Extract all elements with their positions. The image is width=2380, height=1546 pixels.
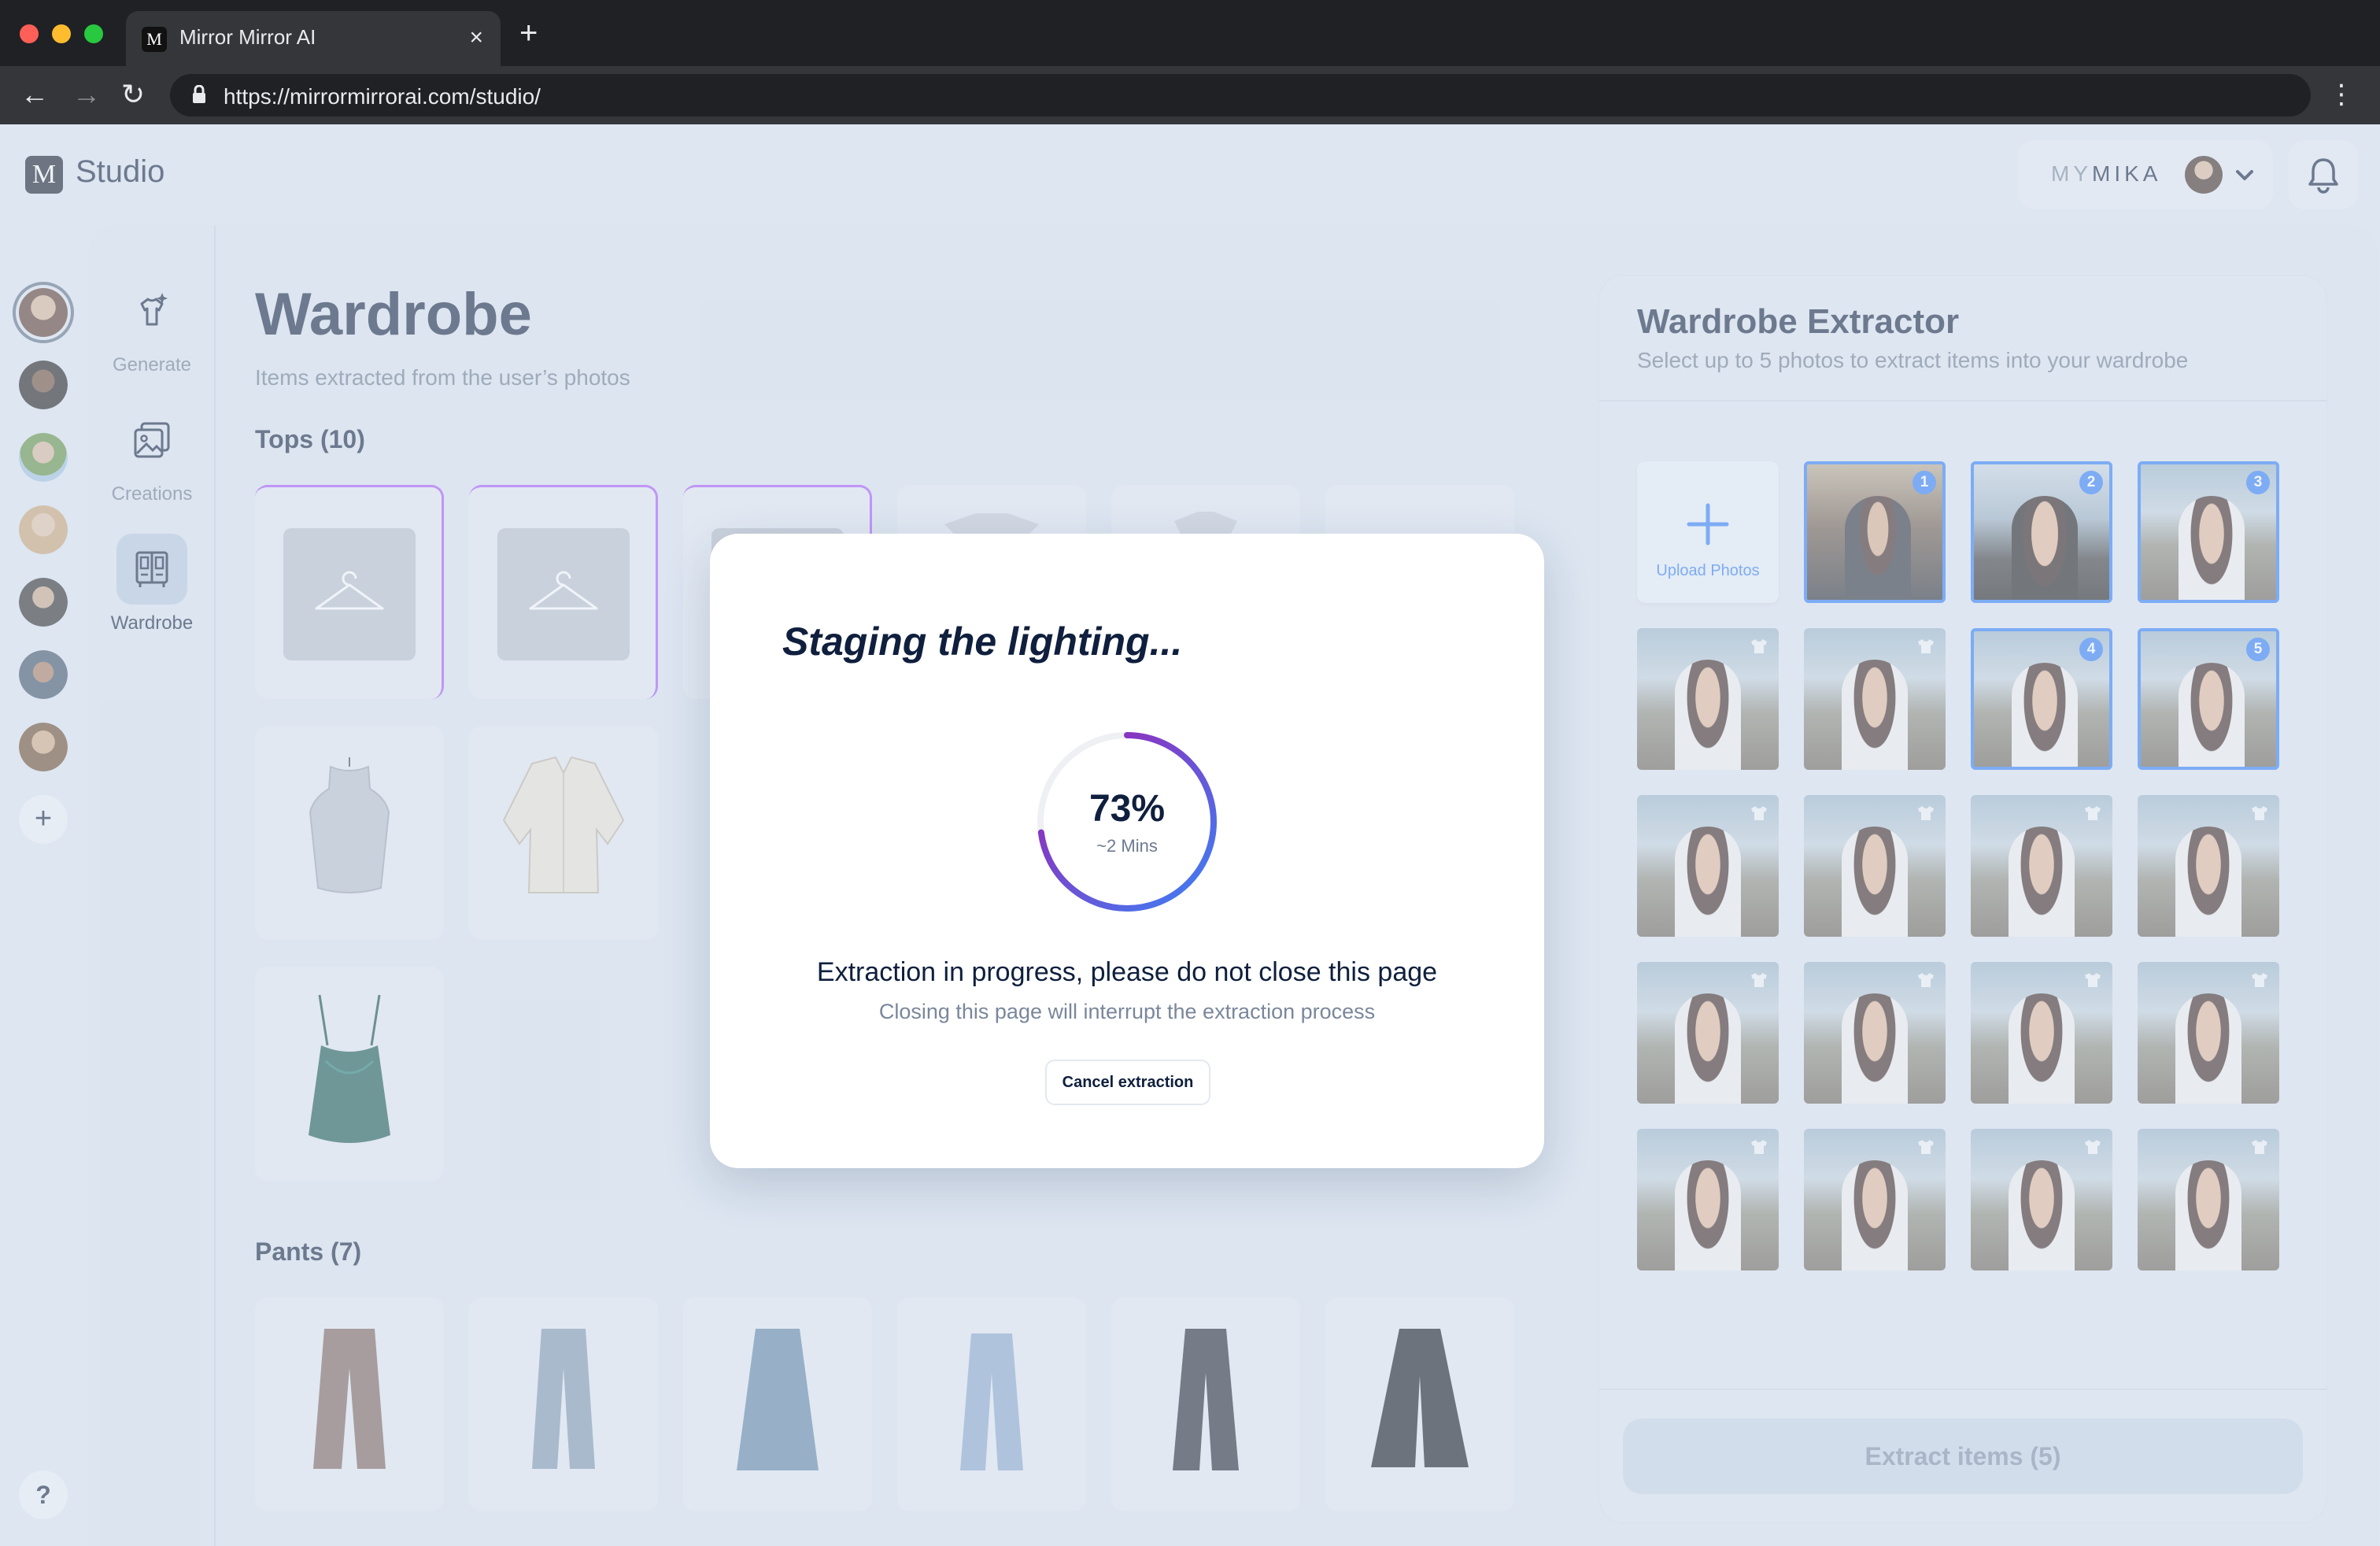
modal-submessage: Closing this page will interrupt the ext…: [878, 1000, 1376, 1023]
minimize-window-button[interactable]: [52, 24, 71, 43]
favicon-icon: M: [142, 27, 167, 52]
progress-percent: 73%: [1088, 788, 1166, 830]
lock-icon: [193, 85, 205, 103]
maximize-window-button[interactable]: [84, 24, 103, 43]
modal-title: Staging the lighting...: [782, 620, 1183, 664]
browser-menu-icon[interactable]: ⋮: [2328, 79, 2355, 110]
forward-icon[interactable]: →: [72, 77, 101, 112]
browser-tab[interactable]: M Mirror Mirror AI ×: [126, 11, 501, 66]
close-tab-icon[interactable]: ×: [469, 22, 483, 54]
reload-icon[interactable]: ↻: [121, 77, 145, 112]
url-text: https://mirrormirrorai.com/studio/: [224, 84, 541, 109]
close-window-button[interactable]: [20, 24, 39, 43]
extraction-progress-modal: Staging the lighting... 73% ~2 Mins Extr…: [710, 534, 1544, 1168]
progress-ring: 73% ~2 Mins: [1034, 729, 1220, 915]
progress-eta: ~2 Mins: [1096, 836, 1158, 856]
cancel-extraction-button[interactable]: Cancel extraction: [1045, 1060, 1210, 1105]
tab-title: Mirror Mirror AI: [179, 25, 316, 49]
new-tab-icon[interactable]: +: [519, 17, 538, 49]
browser-tab-bar: M Mirror Mirror AI × +: [0, 0, 2380, 66]
address-bar: ← → ↻ https://mirrormirrorai.com/studio/…: [0, 66, 2380, 124]
back-icon[interactable]: ←: [20, 77, 49, 112]
modal-message: Extraction in progress, please do not cl…: [816, 957, 1438, 987]
url-field[interactable]: https://mirrormirrorai.com/studio/: [170, 74, 2311, 117]
